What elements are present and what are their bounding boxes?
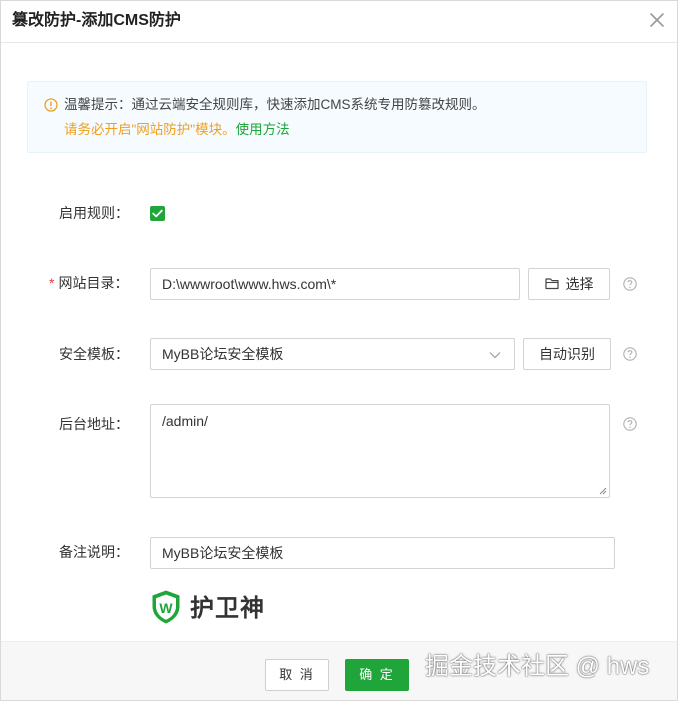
site-dir-label-text: 网站目录： — [58, 275, 129, 291]
auto-detect-button[interactable]: 自动识别 — [523, 338, 611, 370]
enable-rule-checkbox[interactable] — [150, 206, 165, 221]
remark-input[interactable]: MyBB论坛安全模板 — [150, 537, 615, 569]
close-icon[interactable] — [647, 10, 667, 30]
site-dir-label: * 网站目录： — [49, 273, 128, 293]
template-select[interactable]: MyBB论坛安全模板 — [150, 338, 515, 370]
site-dir-input[interactable]: D:\wwwroot\www.hws.com\* — [150, 268, 520, 300]
remark-label: 备注说明： — [59, 544, 129, 560]
shield-icon: W — [152, 590, 180, 624]
admin-url-value: /admin/ — [162, 413, 208, 429]
dialog: 篡改防护-添加CMS防护 温馨提示：通过云端安全规则库，快速添加CMS系统专用防… — [0, 0, 678, 701]
usage-link[interactable]: 使用方法 — [236, 122, 290, 137]
brand-name: 护卫神 — [190, 595, 265, 622]
check-icon — [152, 209, 163, 218]
confirm-button[interactable]: 确 定 — [345, 659, 409, 691]
admin-url-textarea[interactable]: /admin/ — [150, 404, 610, 498]
chevron-down-icon — [489, 352, 501, 359]
resize-handle-icon[interactable] — [599, 487, 607, 495]
dialog-header: 篡改防护-添加CMS防护 — [1, 1, 677, 43]
info-icon — [44, 98, 58, 112]
brand-letter: W — [159, 600, 173, 616]
notice-warning-line: 请务必开启"网站防护"模块。使用方法 — [64, 121, 290, 139]
notice-box: 温馨提示：通过云端安全规则库，快速添加CMS系统专用防篡改规则。 请务必开启"网… — [27, 81, 647, 153]
watermark: 掘金技术社区 @ hws — [425, 653, 650, 680]
notice-text: 温馨提示：通过云端安全规则库，快速添加CMS系统专用防篡改规则。 — [64, 97, 486, 112]
select-dir-button[interactable]: 选择 — [528, 268, 610, 300]
dialog-title: 篡改防护-添加CMS防护 — [12, 12, 181, 29]
cancel-button[interactable]: 取 消 — [265, 659, 329, 691]
template-select-value: MyBB论坛安全模板 — [162, 346, 284, 362]
help-icon[interactable] — [623, 347, 637, 361]
enable-rule-label: 启用规则： — [59, 205, 129, 221]
template-label: 安全模板： — [59, 346, 129, 362]
select-dir-button-label: 选择 — [565, 276, 594, 292]
folder-icon — [544, 278, 559, 290]
help-icon[interactable] — [623, 277, 637, 291]
help-icon[interactable] — [623, 417, 637, 431]
admin-url-label: 后台地址： — [59, 416, 129, 432]
required-mark: * — [49, 275, 55, 291]
brand-logo: W 护卫神 — [150, 589, 280, 627]
notice-warning: 请务必开启"网站防护"模块。 — [64, 122, 236, 137]
